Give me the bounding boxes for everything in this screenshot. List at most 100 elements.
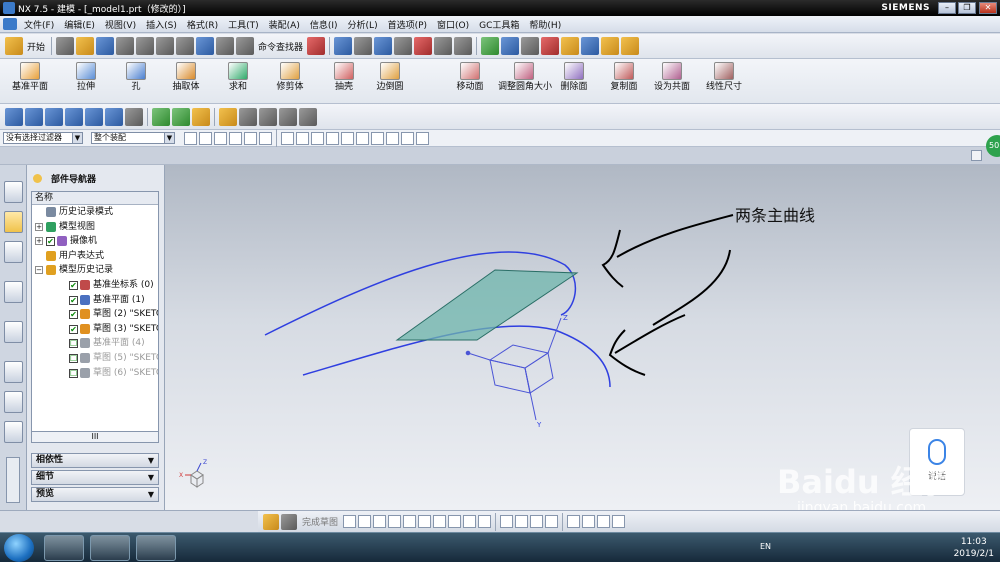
studio-spline-icon[interactable]	[448, 515, 462, 528]
save-icon[interactable]	[96, 37, 115, 55]
taskbar-app-paint[interactable]	[136, 535, 176, 561]
background-icon[interactable]	[454, 37, 473, 55]
constraint-icon[interactable]	[545, 515, 559, 528]
filter-option-icon[interactable]	[259, 131, 272, 145]
section-view-icon[interactable]	[414, 37, 433, 55]
csys-icon[interactable]	[541, 37, 560, 55]
input-language[interactable]: EN	[760, 542, 771, 551]
graphics-window[interactable]: Z Y Z X 两条主曲线 说话 Baidu 经验 jingyan.baidu.…	[165, 165, 1000, 516]
delete-icon[interactable]	[176, 37, 195, 55]
start-icon[interactable]	[5, 37, 23, 55]
feature-button-0[interactable]: 基准平面	[4, 62, 56, 102]
edit-tool-icon[interactable]	[219, 107, 237, 126]
edit-tool-icon[interactable]	[259, 107, 277, 126]
feature-button-7[interactable]: 边倒圆	[364, 62, 416, 102]
filter-option-icon[interactable]	[214, 131, 227, 145]
hd3d-tools-icon[interactable]	[4, 281, 23, 303]
tree-expander-icon[interactable]: +	[35, 222, 43, 231]
sketch-icon[interactable]	[263, 513, 279, 530]
menu-view[interactable]: 视图(V)	[100, 18, 141, 31]
curve-tool-icon[interactable]	[85, 107, 103, 126]
web-browser-icon[interactable]	[4, 321, 23, 343]
tree-node[interactable]: ✔ 基准平面 (1)	[32, 293, 158, 308]
minimize-button[interactable]: –	[938, 2, 956, 14]
snap-on-curve-icon[interactable]	[416, 131, 429, 145]
visibility-checkbox[interactable]: ☐	[69, 353, 78, 363]
wcs-icon[interactable]	[501, 37, 520, 55]
point-icon[interactable]	[463, 515, 477, 528]
snap-line-icon[interactable]	[311, 131, 324, 145]
dimension-icon[interactable]	[567, 515, 581, 528]
fit-view-icon[interactable]	[334, 37, 353, 55]
tree-node[interactable]: ☐ 草图 (5) "SKETCH	[32, 351, 158, 366]
visibility-checkbox[interactable]: ✔	[46, 237, 55, 247]
chamfer-icon[interactable]	[418, 515, 432, 528]
auto-constrain-icon[interactable]	[612, 515, 626, 528]
quick-extend-icon[interactable]	[515, 515, 529, 528]
menu-tools[interactable]: 工具(T)	[223, 18, 264, 31]
visibility-checkbox[interactable]: ✔	[69, 280, 78, 290]
new-file-icon[interactable]	[56, 37, 75, 55]
settings-icon[interactable]	[307, 37, 326, 55]
make-corner-icon[interactable]	[530, 515, 544, 528]
offset-curve-icon[interactable]	[478, 515, 492, 528]
cut-icon[interactable]	[116, 37, 135, 55]
feature-button-9[interactable]: 调整圆角大小	[498, 62, 552, 102]
restore-view-icon[interactable]	[971, 150, 982, 161]
scope-dropdown[interactable]: 整个装配 ▼	[91, 132, 175, 144]
menu-preferences[interactable]: 首选项(P)	[383, 18, 432, 31]
close-button[interactable]: ✕	[979, 2, 997, 14]
menu-file[interactable]: 文件(F)	[19, 18, 59, 31]
fillet-icon[interactable]	[403, 515, 417, 528]
filter-option-icon[interactable]	[184, 131, 197, 145]
feature-button-3[interactable]: 抽取体	[160, 62, 212, 102]
taskbar-app-nx[interactable]	[44, 535, 84, 561]
menu-gc-toolbox[interactable]: GC工具箱	[474, 18, 524, 31]
maximize-button[interactable]: ❐	[958, 2, 976, 14]
vector-icon[interactable]	[581, 37, 600, 55]
snap-existing-point-icon[interactable]	[401, 131, 414, 145]
feature-button-6[interactable]: 抽壳	[318, 62, 370, 102]
paste-icon[interactable]	[156, 37, 175, 55]
selection-filter-dropdown[interactable]: 没有选择过滤器 ▼	[3, 132, 83, 144]
geometric-constraint-icon[interactable]	[582, 515, 596, 528]
menu-assembly[interactable]: 装配(A)	[264, 18, 305, 31]
app-menu-icon[interactable]	[3, 18, 17, 30]
tree-node[interactable]: ☐ 草图 (6) "SKETCH	[32, 366, 158, 381]
tree-node[interactable]: + 模型视图	[32, 220, 158, 235]
circle-icon[interactable]	[388, 515, 402, 528]
system-materials-icon[interactable]	[4, 391, 23, 413]
menu-edit[interactable]: 编辑(E)	[59, 18, 100, 31]
tree-node[interactable]: − 模型历史记录	[32, 263, 158, 278]
edges-display-icon[interactable]	[434, 37, 453, 55]
filter-option-icon[interactable]	[229, 131, 242, 145]
tree-node[interactable]: 用户表达式	[32, 249, 158, 264]
visibility-checkbox[interactable]: ✔	[69, 295, 78, 305]
resource-scrollbar[interactable]	[6, 457, 20, 503]
part-navigator-icon[interactable]	[4, 211, 23, 233]
edit-tool-icon[interactable]	[299, 107, 317, 126]
tree-node[interactable]: ☐ 基准平面 (4)	[32, 336, 158, 351]
tree-node[interactable]: ✔ 草图 (3) "SKETCH	[32, 322, 158, 337]
tree-expander-icon[interactable]: +	[35, 237, 43, 246]
point-icon[interactable]	[561, 37, 580, 55]
menu-window[interactable]: 窗口(O)	[432, 18, 474, 31]
start-button[interactable]: 开始	[27, 40, 45, 53]
rotate-view-icon[interactable]	[354, 37, 373, 55]
tree-node[interactable]: ✔ 基准坐标系 (0)	[32, 278, 158, 293]
line-icon[interactable]	[358, 515, 372, 528]
command-finder-button[interactable]: 命令查找器	[258, 40, 303, 53]
curve-tool-icon[interactable]	[5, 107, 23, 126]
feature-button-8[interactable]: 移动面	[444, 62, 496, 102]
details-panel[interactable]: 细节 ▼	[31, 470, 159, 485]
edit-tool-icon[interactable]	[279, 107, 297, 126]
feature-button-12[interactable]: 设为共面	[646, 62, 698, 102]
tree-node[interactable]: + ✔ 摄像机	[32, 234, 158, 249]
snap-midpoint-icon[interactable]	[296, 131, 309, 145]
history-icon[interactable]	[4, 361, 23, 383]
snap-quadrant-icon[interactable]	[371, 131, 384, 145]
feature-button-13[interactable]: 线性尺寸	[698, 62, 750, 102]
windows-start-button[interactable]	[4, 534, 34, 562]
horizontal-scrollbar[interactable]: III	[31, 431, 159, 443]
profile-icon[interactable]	[343, 515, 357, 528]
